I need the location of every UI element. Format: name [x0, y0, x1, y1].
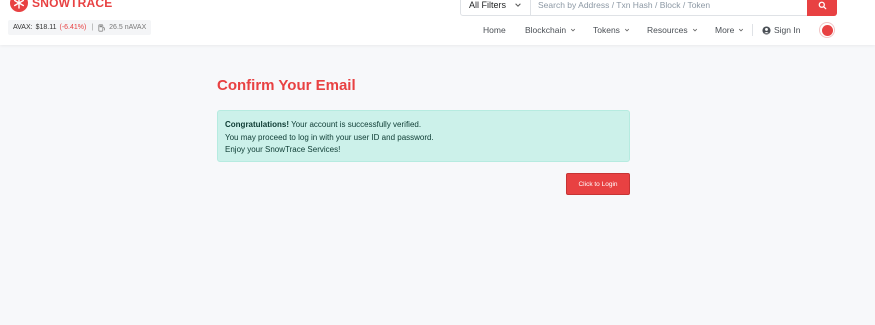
- title-emphasis: Email: [315, 77, 356, 94]
- sign-in-label: Sign In: [774, 25, 801, 35]
- nav-home[interactable]: Home: [483, 25, 506, 35]
- gas-pump-icon: [98, 23, 105, 32]
- avax-price[interactable]: $18.11: [36, 24, 57, 31]
- chevron-down-icon: [692, 28, 697, 32]
- gas-price[interactable]: 26.5 nAVAX: [109, 24, 146, 31]
- nav-more-label: More: [715, 25, 735, 35]
- nav-tokens[interactable]: Tokens: [593, 25, 630, 35]
- nav-more[interactable]: More: [715, 25, 744, 35]
- brand-name: SNOWTRACE: [32, 0, 113, 10]
- login-button[interactable]: Click to Login: [566, 173, 630, 195]
- nav-home-label: Home: [483, 25, 506, 35]
- alert-strong: Congratulations!: [225, 120, 289, 129]
- nav-tokens-label: Tokens: [593, 25, 620, 35]
- nav-blockchain[interactable]: Blockchain: [525, 25, 576, 35]
- alert-line-1: Congratulations! Your account is success…: [225, 119, 622, 132]
- avax-price-bar: AVAX: $18.11 (-6.41%) | 26.5 nAVAX: [8, 20, 152, 35]
- network-switch-button[interactable]: [819, 22, 835, 38]
- search-icon: [818, 1, 826, 9]
- page-title: Confirm Your Email: [217, 77, 356, 94]
- sign-in-link[interactable]: Sign In: [762, 25, 800, 35]
- price-change: (-6.41%): [59, 24, 87, 31]
- alert-line-1-text: Your account is successfully verified.: [291, 120, 422, 129]
- nav-blockchain-label: Blockchain: [525, 25, 567, 35]
- success-alert: Congratulations! Your account is success…: [217, 110, 630, 162]
- alert-line-3: Enjoy your SnowTrace Services!: [225, 145, 341, 154]
- alert-line-2: You may proceed to log in with your user…: [225, 132, 434, 142]
- avalanche-icon: [821, 24, 833, 36]
- nav-resources[interactable]: Resources: [647, 25, 698, 35]
- site-header: SNOWTRACE AVAX: $18.11 (-6.41%) | 26.5 n…: [0, 0, 875, 45]
- chevron-down-icon: [624, 28, 630, 32]
- nav-divider: [752, 24, 753, 36]
- chevron-down-icon: [571, 28, 576, 32]
- search-button[interactable]: [807, 0, 837, 16]
- search-bar: All Filters: [460, 0, 837, 16]
- chevron-down-icon: [739, 28, 744, 32]
- search-input[interactable]: [531, 0, 807, 15]
- price-separator: |: [91, 24, 94, 31]
- snowflake-logo-icon: [10, 0, 28, 12]
- brand-logo[interactable]: SNOWTRACE: [10, 0, 112, 12]
- search-filter-select[interactable]: All Filters: [461, 0, 531, 15]
- nav-resources-label: Resources: [647, 25, 688, 35]
- chevron-down-icon: [515, 3, 521, 7]
- filter-label: All Filters: [469, 0, 507, 10]
- price-label: AVAX:: [13, 24, 33, 31]
- title-prefix: Confirm Your: [217, 77, 312, 94]
- user-circle-icon: [762, 25, 771, 35]
